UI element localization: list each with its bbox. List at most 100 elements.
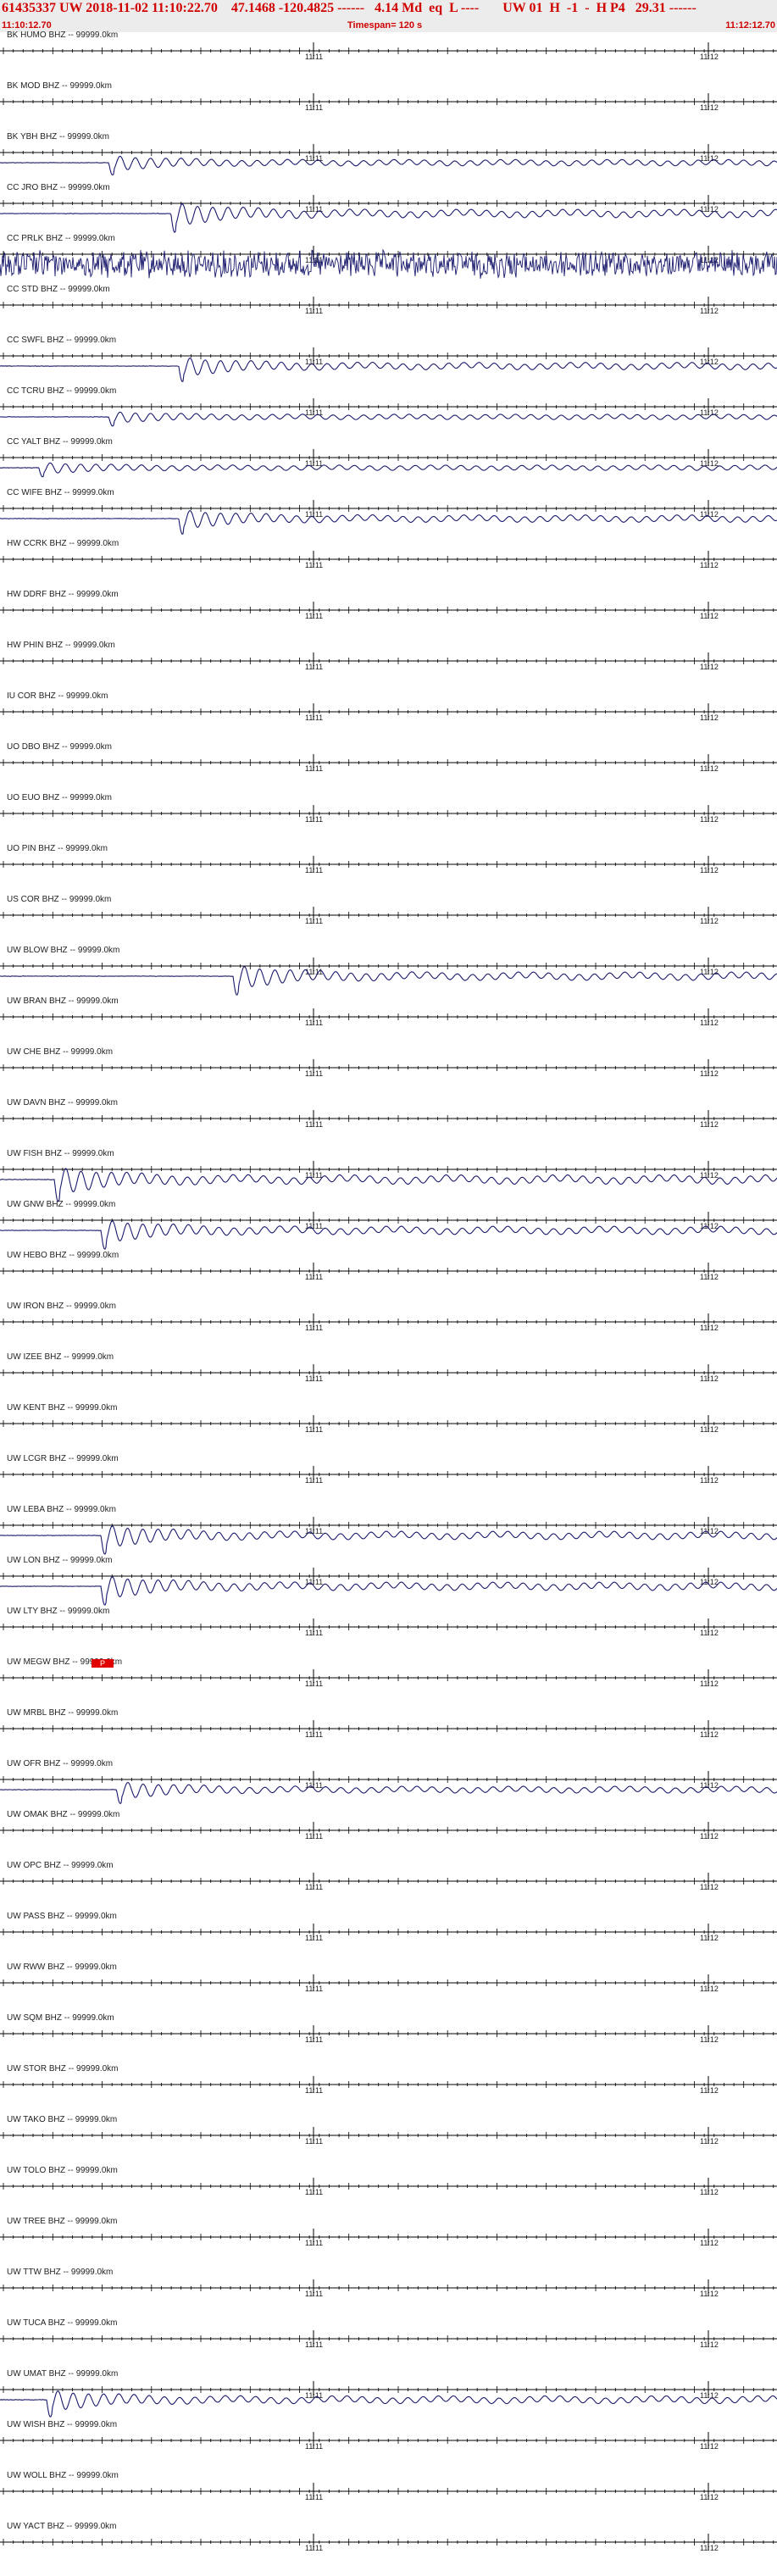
channel-label: UW LON BHZ -- 99999.0km [7, 1556, 112, 1565]
channel-label: UW RWW BHZ -- 99999.0km [7, 1963, 117, 1972]
minute-tick-label: 11:12 [700, 764, 719, 773]
minute-tick-label: 11:11 [305, 459, 323, 468]
minute-tick-label: 11:12 [700, 1120, 719, 1129]
channel-label: UW YACT BHZ -- 99999.0km [7, 2522, 116, 2531]
waveform [0, 411, 777, 427]
minute-tick-label: 11:12 [700, 1832, 719, 1840]
minute-tick-label: 11:12 [700, 103, 719, 112]
channel-row: CC JRO BHZ -- 99999.0km11:11 11:12 [0, 183, 777, 234]
channel-row: UW STOR BHZ -- 99999.0km 11:11 11:12 [0, 2064, 777, 2095]
channel-label: UW TAKO BHZ -- 99999.0km [7, 2115, 117, 2124]
minute-tick-label: 11:12 [700, 1273, 719, 1281]
channel-row: UO EUO BHZ -- 99999.0km 11:11 11:12 [0, 793, 777, 824]
minute-tick-label: 11:12 [700, 307, 719, 315]
channel-label: UW MRBL BHZ -- 99999.0km [7, 1708, 118, 1718]
minute-tick-label: 11:12 [700, 1374, 719, 1383]
channel-label: UW WISH BHZ -- 99999.0km [7, 2420, 117, 2429]
minute-tick-label: 11:12 [700, 2188, 719, 2196]
minute-tick-label: 11:12 [700, 1476, 719, 1485]
channel-label: CC YALT BHZ -- 99999.0km [7, 437, 113, 447]
minute-tick-label: 11:11 [305, 2239, 323, 2247]
channel-row: CC TCRU BHZ -- 99999.0km11:11 11:12 [0, 386, 777, 427]
channel-label: UW IZEE BHZ -- 99999.0km [7, 1352, 114, 1362]
channel-label: UW TTW BHZ -- 99999.0km [7, 2268, 113, 2277]
minute-tick-label: 11:11 [305, 917, 323, 925]
minute-tick-label: 11:11 [305, 1019, 323, 1027]
channel-label: CC JRO BHZ -- 99999.0km [7, 183, 110, 192]
channel-label: CC PRLK BHZ -- 99999.0km [7, 234, 115, 243]
channel-label: UW TOLO BHZ -- 99999.0km [7, 2166, 118, 2175]
channel-row: UW MRBL BHZ -- 99999.0km 11:11 11:12 [0, 1708, 777, 1739]
minute-tick-label: 11:12 [700, 2442, 719, 2451]
minute-tick-label: 11:11 [305, 2188, 323, 2196]
channel-label: UW BRAN BHZ -- 99999.0km [7, 997, 119, 1006]
minute-tick-label: 11:12 [700, 1324, 719, 1332]
waveform [0, 1576, 777, 1606]
seismogram-panel: BK HUMO BHZ -- 99999.0km11:11 11:12BK MOD… [0, 31, 777, 2552]
minute-tick-label: 11:12 [700, 154, 719, 163]
channel-label: BK MOD BHZ -- 99999.0km [7, 81, 112, 91]
channel-row: HW DDRF BHZ -- 99999.0km 11:11 11:12 [0, 590, 777, 620]
waveform [0, 203, 777, 234]
channel-row: UW BRAN BHZ -- 99999.0km 11:11 11:12 [0, 997, 777, 1027]
minute-tick-label: 11:12 [700, 1629, 719, 1637]
minute-tick-label: 11:11 [305, 1832, 323, 1840]
minute-tick-label: 11:11 [305, 1730, 323, 1739]
channel-row: UW WOLL BHZ -- 99999.0km 11:11 11:12 [0, 2471, 777, 2501]
channel-label: UW IRON BHZ -- 99999.0km [7, 1302, 116, 1311]
minute-tick-label: 11:12 [700, 358, 719, 366]
minute-tick-label: 11:12 [700, 53, 719, 61]
minute-tick-label: 11:11 [305, 1425, 323, 1434]
channel-label: UW TREE BHZ -- 99999.0km [7, 2217, 117, 2226]
minute-tick-label: 11:12 [700, 713, 719, 722]
minute-tick-label: 11:11 [305, 1883, 323, 1891]
waveform [0, 1525, 777, 1555]
channel-row: UW OFR BHZ -- 99999.0km11:11 11:12 [0, 1759, 777, 1805]
minute-tick-label: 11:12 [700, 2086, 719, 2095]
channel-label: UW DAVN BHZ -- 99999.0km [7, 1098, 118, 1108]
channel-label: UW SQM BHZ -- 99999.0km [7, 2013, 114, 2023]
channel-row: UW MEGW BHZ -- 99999.0km11:11 11:12P [0, 1657, 777, 1688]
channel-row: UW GNW BHZ -- 99999.0km11:11 11:12 [0, 1200, 777, 1250]
minute-tick-label: 11:11 [305, 307, 323, 315]
channel-row: UW CHE BHZ -- 99999.0km 11:11 11:12 [0, 1047, 777, 1078]
channel-row: CC SWFL BHZ -- 99999.0km11:11 11:12 [0, 336, 777, 382]
minute-tick-label: 11:11 [305, 1476, 323, 1485]
channel-label: UW KENT BHZ -- 99999.0km [7, 1403, 117, 1413]
channel-label: UW HEBO BHZ -- 99999.0km [7, 1251, 119, 1260]
minute-tick-label: 11:11 [305, 2340, 323, 2349]
minute-tick-label: 11:11 [305, 1374, 323, 1383]
channel-row: UO DBO BHZ -- 99999.0km 11:11 11:12 [0, 742, 777, 773]
channel-row: UW DAVN BHZ -- 99999.0km 11:11 11:12 [0, 1098, 777, 1129]
waveform [0, 2390, 777, 2418]
waveform [0, 357, 777, 382]
channel-row: UW TAKO BHZ -- 99999.0km 11:11 11:12 [0, 2115, 777, 2146]
minute-tick-label: 11:11 [305, 2442, 323, 2451]
channel-label: CC SWFL BHZ -- 99999.0km [7, 336, 116, 345]
channel-row: US COR BHZ -- 99999.0km 11:11 11:12 [0, 895, 777, 925]
channel-row: CC YALT BHZ -- 99999.0km11:11 11:12 [0, 437, 777, 478]
channel-row: UW HEBO BHZ -- 99999.0km 11:11 11:12 [0, 1251, 777, 1281]
channel-row: CC WIFE BHZ -- 99999.0km11:11 11:12 [0, 488, 777, 535]
channel-row: UW TTW BHZ -- 99999.0km 11:11 11:12 [0, 2268, 777, 2298]
channel-row: UW RWW BHZ -- 99999.0km 11:11 11:12 [0, 1963, 777, 1993]
channel-label: CC WIFE BHZ -- 99999.0km [7, 488, 114, 497]
channel-label: CC STD BHZ -- 99999.0km [7, 285, 110, 294]
channel-label: UW GNW BHZ -- 99999.0km [7, 1200, 115, 1209]
waveform [0, 462, 777, 478]
channel-label: UO DBO BHZ -- 99999.0km [7, 742, 112, 752]
minute-tick-label: 11:12 [700, 2239, 719, 2247]
channel-label: UW TUCA BHZ -- 99999.0km [7, 2318, 117, 2328]
minute-tick-label: 11:12 [700, 917, 719, 925]
minute-tick-label: 11:11 [305, 1629, 323, 1637]
waveform [0, 1781, 777, 1805]
channel-row: UW TUCA BHZ -- 99999.0km 11:11 11:12 [0, 2318, 777, 2349]
channel-label: UO EUO BHZ -- 99999.0km [7, 793, 112, 802]
minute-tick-label: 11:12 [700, 1883, 719, 1891]
minute-tick-label: 11:11 [305, 1527, 323, 1535]
channel-row: UW SQM BHZ -- 99999.0km 11:11 11:12 [0, 2013, 777, 2044]
minute-tick-label: 11:11 [305, 1222, 323, 1230]
waveform [0, 155, 777, 176]
minute-tick-label: 11:11 [305, 2493, 323, 2501]
minute-tick-label: 11:12 [700, 1679, 719, 1688]
